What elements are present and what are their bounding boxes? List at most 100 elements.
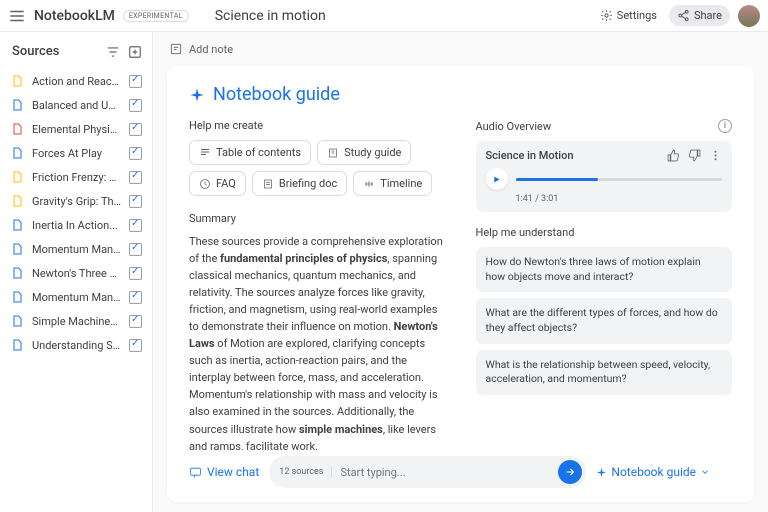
source-label: Inertia In Action... (32, 219, 121, 232)
suggested-question[interactable]: What is the relationship between speed, … (476, 350, 733, 395)
sparkle-icon (189, 87, 205, 103)
thumbs-up-icon[interactable] (667, 149, 680, 162)
doc-icon (10, 338, 24, 352)
audio-title: Science in Motion (486, 149, 574, 162)
doc-icon (10, 218, 24, 232)
source-label: Simple Machines Make... (32, 315, 121, 328)
audio-overview-label: Audio Overview (476, 120, 552, 133)
source-checkbox[interactable] (129, 123, 142, 136)
gear-icon (600, 9, 613, 22)
source-label: Elemental Physics, Third... (32, 123, 121, 136)
source-item[interactable]: Forces At Play (6, 141, 146, 165)
guide-title: Notebook guide (189, 84, 732, 105)
note-icon (169, 42, 183, 56)
summary-label: Summary (189, 212, 446, 225)
source-item[interactable]: Action and Reaction (6, 69, 146, 93)
source-label: Balanced and Unbalance... (32, 99, 121, 112)
source-item[interactable]: Elemental Physics, Third... (6, 117, 146, 141)
source-label: Friction Frenzy: Explorin... (32, 171, 121, 184)
source-item[interactable]: Momentum Mania: Inves... (6, 285, 146, 309)
notebook-guide-button[interactable]: Notebook guide (596, 465, 710, 479)
progress-bar[interactable] (516, 178, 723, 181)
source-item[interactable]: Newton's Three Laws... (6, 261, 146, 285)
source-label: Understanding Speed, Ve... (32, 339, 121, 352)
source-item[interactable]: Understanding Speed, Ve... (6, 333, 146, 357)
create-chip[interactable]: Briefing doc (252, 171, 347, 196)
source-label: Momentum Mania: Inves... (32, 243, 121, 256)
suggested-question[interactable]: How do Newton's three laws of motion exp… (476, 247, 733, 292)
source-label: Momentum Mania: Inves... (32, 291, 121, 304)
audio-time: 1:41 / 3:01 (516, 194, 723, 204)
audio-player: Science in Motion (476, 141, 733, 212)
add-note-button[interactable]: Add note (153, 32, 768, 66)
chevron-down-icon (700, 467, 710, 477)
sparkle-icon (596, 467, 607, 478)
doc-icon (10, 122, 24, 136)
chip-icon (363, 178, 375, 190)
sources-sidebar: Sources Action and Reaction Balanced and … (0, 32, 153, 512)
suggested-question[interactable]: What are the different types of forces, … (476, 298, 733, 343)
source-checkbox[interactable] (129, 195, 142, 208)
source-checkbox[interactable] (129, 315, 142, 328)
source-checkbox[interactable] (129, 99, 142, 112)
create-chip[interactable]: Study guide (317, 140, 411, 165)
app-logo: NotebookLM (34, 8, 115, 24)
create-chip[interactable]: Table of contents (189, 140, 311, 165)
content-area: Add note Notebook guide Help me create T… (153, 32, 768, 512)
source-checkbox[interactable] (129, 267, 142, 280)
menu-icon[interactable] (8, 7, 26, 25)
play-icon (492, 175, 501, 184)
source-item[interactable]: Gravity's Grip: The Force... (6, 189, 146, 213)
source-label: Gravity's Grip: The Force... (32, 195, 121, 208)
chat-input-wrap: 12 sources (269, 456, 586, 488)
source-item[interactable]: Momentum Mania: Inves... (6, 237, 146, 261)
source-checkbox[interactable] (129, 219, 142, 232)
understand-label: Help me understand (476, 226, 733, 239)
source-checkbox[interactable] (129, 147, 142, 160)
create-chip[interactable]: FAQ (189, 171, 246, 196)
source-item[interactable]: Simple Machines Make... (6, 309, 146, 333)
thumbs-down-icon[interactable] (688, 149, 701, 162)
user-avatar[interactable] (738, 5, 760, 27)
doc-icon (10, 194, 24, 208)
doc-icon (10, 266, 24, 280)
settings-button[interactable]: Settings (592, 5, 665, 26)
source-item[interactable]: Balanced and Unbalance... (6, 93, 146, 117)
notebook-title[interactable]: Science in motion (215, 8, 326, 24)
play-button[interactable] (486, 168, 508, 190)
doc-icon (10, 242, 24, 256)
chip-icon (262, 178, 274, 190)
share-icon (677, 9, 690, 22)
view-chat-button[interactable]: View chat (189, 465, 259, 479)
add-source-icon[interactable] (128, 45, 142, 59)
source-label: Newton's Three Laws... (32, 267, 121, 280)
source-checkbox[interactable] (129, 243, 142, 256)
source-item[interactable]: Inertia In Action... (6, 213, 146, 237)
source-checkbox[interactable] (129, 75, 142, 88)
source-checkbox[interactable] (129, 291, 142, 304)
create-chip[interactable]: Timeline (353, 171, 432, 196)
source-label: Forces At Play (32, 147, 121, 160)
sources-heading: Sources (12, 44, 59, 59)
share-button[interactable]: Share (669, 5, 730, 26)
source-item[interactable]: Friction Frenzy: Explorin... (6, 165, 146, 189)
chat-input[interactable] (340, 466, 558, 479)
source-checkbox[interactable] (129, 339, 142, 352)
arrow-right-icon (564, 466, 576, 478)
doc-icon (10, 98, 24, 112)
send-button[interactable] (558, 460, 582, 484)
doc-icon (10, 146, 24, 160)
info-icon[interactable]: i (718, 119, 732, 133)
chip-icon (199, 147, 211, 159)
source-checkbox[interactable] (129, 171, 142, 184)
chip-icon (199, 178, 211, 190)
doc-icon (10, 74, 24, 88)
filter-icon[interactable] (106, 45, 120, 59)
notebook-guide-card: Notebook guide Help me create Table of c… (167, 66, 754, 502)
source-count: 12 sources (279, 467, 332, 477)
chip-icon (327, 147, 339, 159)
doc-icon (10, 290, 24, 304)
summary-text: These sources provide a comprehensive ex… (189, 233, 446, 450)
more-icon[interactable] (709, 149, 722, 162)
chat-icon (189, 466, 202, 479)
